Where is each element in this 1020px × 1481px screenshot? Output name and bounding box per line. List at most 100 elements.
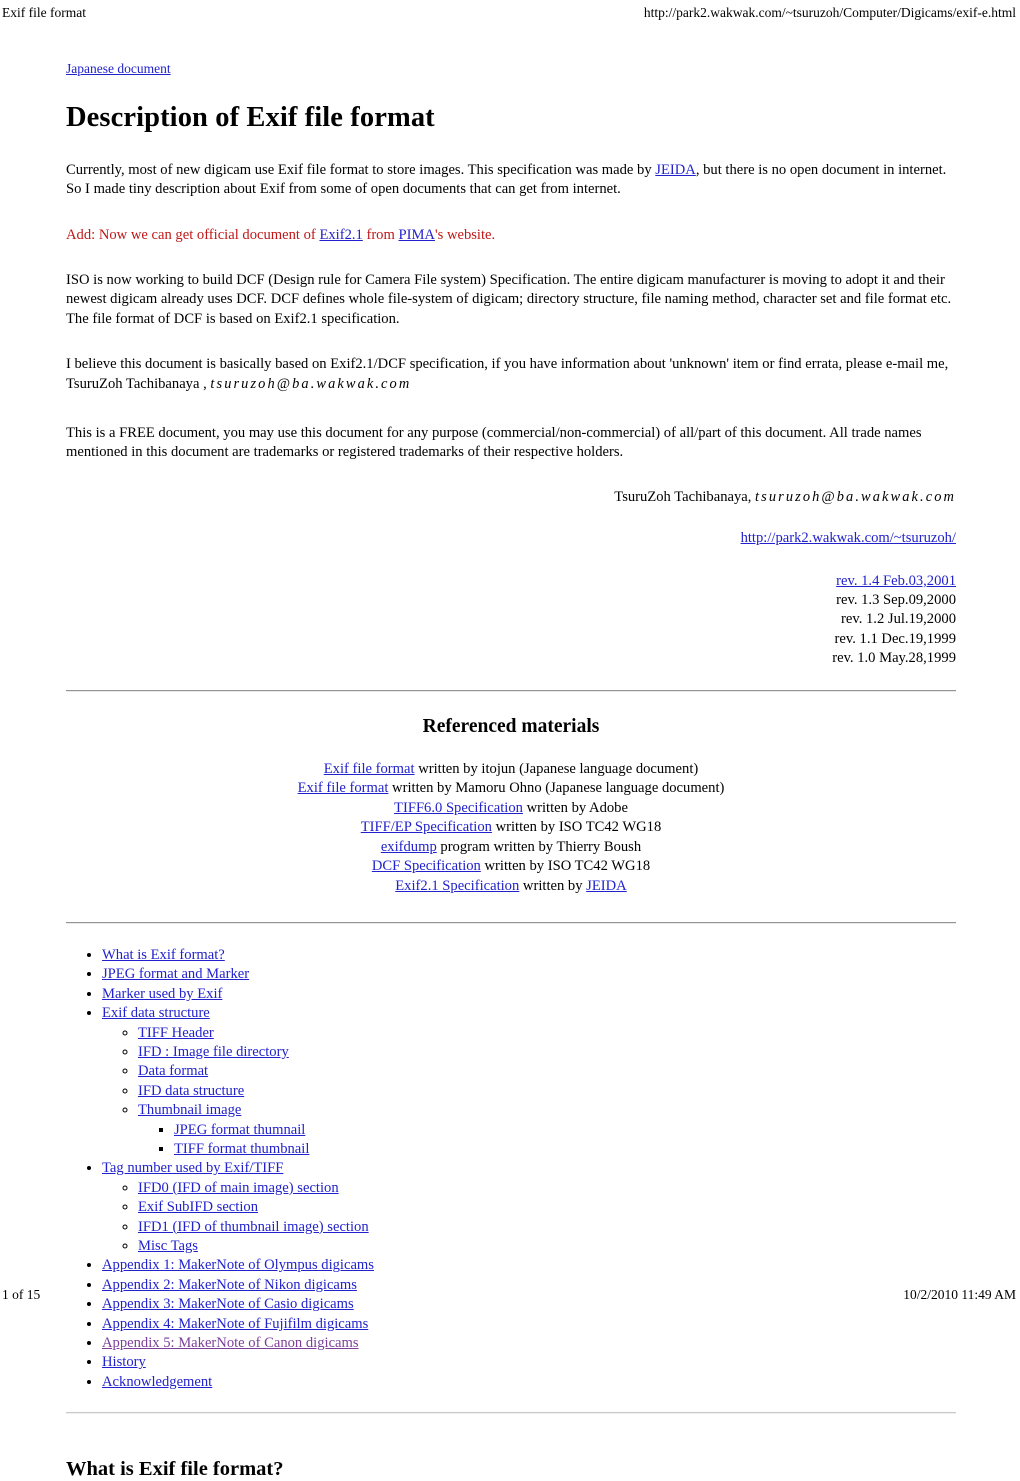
toc-subsubitem: TIFF format thumbnail [174, 1140, 956, 1159]
reference-link[interactable]: Exif file format [298, 780, 389, 796]
section-heading-what-is-exif: What is Exif file format? [66, 1458, 284, 1481]
revision-item: rev. 1.3 Sep.09,2000 [836, 592, 956, 609]
exif21-link[interactable]: Exif2.1 [319, 227, 362, 243]
toc-link-tiff-header[interactable]: TIFF Header [138, 1025, 214, 1041]
referenced-materials-heading: Referenced materials [422, 716, 600, 738]
reference-link[interactable]: Exif2.1 Specification [395, 878, 519, 894]
toc-subitem: IFD1 (IFD of thumbnail image) section [138, 1218, 956, 1237]
toc-item: JPEG format and Marker [102, 965, 956, 984]
reference-text: written by itojun (Japanese language doc… [414, 761, 699, 778]
jeida-link[interactable]: JEIDA [655, 162, 696, 178]
toc-link-appendix-5-canon[interactable]: Appendix 5: MakerNote of Canon digicams [102, 1335, 359, 1351]
reference-link[interactable]: TIFF6.0 Specification [394, 800, 523, 816]
toc-item: Appendix 2: MakerNote of Nikon digicams [102, 1276, 956, 1295]
page-title: Description of Exif file format [66, 102, 435, 133]
divider-above-references [66, 690, 956, 693]
print-timestamp: 10/2/2010 11:49 AM [903, 1287, 1016, 1302]
toc-item: Appendix 5: MakerNote of Canon digicams [102, 1334, 956, 1353]
toc-link-misc-tags[interactable]: Misc Tags [138, 1238, 198, 1254]
toc-item: History [102, 1353, 956, 1372]
toc-link-appendix-2-nikon[interactable]: Appendix 2: MakerNote of Nikon digicams [102, 1277, 357, 1293]
toc-link-jpeg-format-marker[interactable]: JPEG format and Marker [102, 966, 249, 982]
signature-email: tsuruzoh@ba.wakwak.com [755, 488, 956, 505]
toc-link-appendix-3-casio[interactable]: Appendix 3: MakerNote of Casio digicams [102, 1296, 354, 1312]
reference-text: written by [519, 877, 587, 894]
toc-link-ifd-image-file-directory[interactable]: IFD : Image file directory [138, 1044, 289, 1060]
toc-item: Appendix 4: MakerNote of Fujifilm digica… [102, 1315, 956, 1334]
reference-link[interactable]: exifdump [381, 839, 437, 855]
print-header-title: Exif file format [2, 5, 86, 20]
toc-link-exif-data-structure[interactable]: Exif data structure [102, 1005, 210, 1021]
toc-sublist: IFD0 (IFD of main image) section Exif Su… [102, 1179, 956, 1257]
toc-link-what-is-exif[interactable]: What is Exif format? [102, 947, 225, 963]
toc-item: Appendix 1: MakerNote of Olympus digicam… [102, 1256, 956, 1275]
toc-link-history[interactable]: History [102, 1354, 146, 1370]
revision-item: rev. 1.1 Dec.19,1999 [834, 630, 956, 647]
add-note-part3: 's website. [434, 226, 496, 243]
reference-text: written by Mamoru Ohno (Japanese languag… [388, 780, 725, 797]
toc-link-exif-subifd-section[interactable]: Exif SubIFD section [138, 1199, 258, 1215]
table-of-contents: What is Exif format? JPEG format and Mar… [66, 946, 956, 1392]
add-note-part1: Add: Now we can get official document of [66, 226, 320, 243]
toc-link-acknowledgement[interactable]: Acknowledgement [102, 1374, 212, 1390]
revision-1-4-link[interactable]: rev. 1.4 Feb.03,2001 [836, 573, 956, 589]
reference-item: DCF Specification written by ISO TC42 WG… [66, 857, 956, 876]
reference-item: Exif file format written by Mamoru Ohno … [66, 779, 956, 798]
reference-text: program written by Thierry Boush [436, 838, 642, 855]
toc-link-appendix-1-olympus[interactable]: Appendix 1: MakerNote of Olympus digicam… [102, 1257, 374, 1273]
page-number: 1 of 15 [2, 1287, 41, 1302]
toc-link-data-format[interactable]: Data format [138, 1063, 208, 1079]
toc-subitem: IFD data structure [138, 1082, 956, 1101]
signature-name: TsuruZoh Tachibanaya, [614, 488, 756, 505]
iso-dcf-paragraph: ISO is now working to build DCF (Design … [66, 271, 952, 327]
homepage-link[interactable]: http://park2.wakwak.com/~tsuruzoh/ [741, 530, 956, 546]
signature-line: TsuruZoh Tachibanaya, tsuruzoh@ba.wakwak… [66, 489, 956, 506]
free-document-paragraph: This is a FREE document, you may use thi… [66, 425, 922, 461]
revision-item: rev. 1.2 Jul.19,2000 [841, 611, 956, 628]
document-body: Japanese document Description of Exif fi… [66, 60, 956, 1481]
add-note-paragraph: Add: Now we can get official document of… [66, 226, 956, 245]
toc-link-appendix-4-fujifilm[interactable]: Appendix 4: MakerNote of Fujifilm digica… [102, 1316, 368, 1332]
divider-above-toc [66, 921, 956, 924]
reference-link[interactable]: TIFF/EP Specification [361, 819, 492, 835]
toc-link-thumbnail-image[interactable]: Thumbnail image [138, 1102, 241, 1118]
toc-link-ifd-data-structure[interactable]: IFD data structure [138, 1083, 244, 1099]
reference-item: exifdump program written by Thierry Bous… [66, 838, 956, 857]
toc-sublist: TIFF Header IFD : Image file directory D… [102, 1024, 956, 1160]
toc-subsubitem: JPEG format thumnail [174, 1121, 956, 1140]
add-note-part2: from [362, 226, 399, 243]
print-header-url: http://park2.wakwak.com/~tsuruzoh/Comput… [643, 5, 1016, 20]
intro-text-part1: Currently, most of new digicam use Exif … [66, 161, 656, 178]
toc-link-ifd1-section[interactable]: IFD1 (IFD of thumbnail image) section [138, 1219, 369, 1235]
toc-link-marker-used-by-exif[interactable]: Marker used by Exif [102, 986, 222, 1002]
author-email: tsuruzoh@ba.wakwak.com [210, 375, 412, 392]
referenced-materials-list: Exif file format written by itojun (Japa… [66, 760, 956, 896]
contact-text: I believe this document is basically bas… [66, 356, 949, 392]
reference-text: written by Adobe [522, 799, 628, 816]
toc-subitem: Misc Tags [138, 1237, 956, 1256]
divider-above-section [66, 1412, 956, 1415]
toc-subitem: Data format [138, 1062, 956, 1081]
toc-subitem: IFD : Image file directory [138, 1043, 956, 1062]
toc-item: Appendix 3: MakerNote of Casio digicams [102, 1295, 956, 1314]
toc-link-tag-number-used-by-exif-tiff[interactable]: Tag number used by Exif/TIFF [102, 1160, 283, 1176]
reference-item: TIFF/EP Specification written by ISO TC4… [66, 818, 956, 837]
homepage-line: http://park2.wakwak.com/~tsuruzoh/ [66, 530, 956, 547]
toc-subitem: IFD0 (IFD of main image) section [138, 1179, 956, 1198]
pima-link[interactable]: PIMA [398, 227, 435, 243]
toc-link-ifd0-section[interactable]: IFD0 (IFD of main image) section [138, 1180, 339, 1196]
toc-subitem: Exif SubIFD section [138, 1198, 956, 1217]
toc-subitem: TIFF Header [138, 1024, 956, 1043]
toc-item: Acknowledgement [102, 1373, 956, 1392]
toc-link-tiff-format-thumbnail[interactable]: TIFF format thumbnail [174, 1141, 309, 1157]
japanese-document-link[interactable]: Japanese document [66, 61, 171, 77]
reference-item: Exif file format written by itojun (Japa… [66, 760, 956, 779]
jeida-reference-link[interactable]: JEIDA [586, 878, 627, 894]
toc-subsublist: JPEG format thumnail TIFF format thumbna… [138, 1121, 956, 1160]
toc-link-jpeg-format-thumnail[interactable]: JPEG format thumnail [174, 1122, 305, 1138]
toc-item: Tag number used by Exif/TIFF IFD0 (IFD o… [102, 1159, 956, 1256]
toc-item: Exif data structure TIFF Header IFD : Im… [102, 1004, 956, 1159]
reference-link[interactable]: Exif file format [324, 761, 415, 777]
reference-link[interactable]: DCF Specification [372, 858, 481, 874]
revision-list: rev. 1.4 Feb.03,2001 rev. 1.3 Sep.09,200… [66, 572, 956, 668]
